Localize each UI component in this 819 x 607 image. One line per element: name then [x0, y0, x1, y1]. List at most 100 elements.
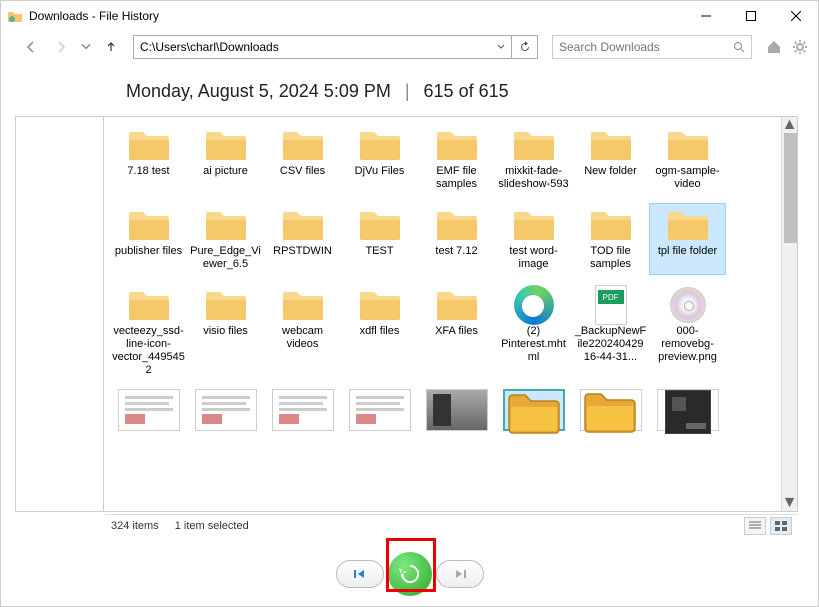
previous-version-button[interactable] — [336, 560, 384, 588]
vertical-scrollbar[interactable]: ▲ ▼ — [781, 117, 797, 511]
selection-count: 1 item selected — [175, 520, 249, 532]
folder-icon — [125, 207, 173, 243]
file-item[interactable]: xdfl files — [341, 283, 418, 381]
file-item[interactable]: TOD file samples — [572, 203, 649, 275]
item-count: 324 items — [111, 520, 159, 532]
folder-icon — [202, 287, 250, 323]
thumbnails-view-button[interactable] — [770, 517, 792, 535]
scroll-up-arrow[interactable]: ▲ — [782, 117, 797, 133]
file-item[interactable]: Pure_Edge_Viewer_6.5 — [187, 203, 264, 275]
file-item[interactable]: ogm-sample-video — [649, 123, 726, 195]
details-view-button[interactable] — [744, 517, 766, 535]
file-item[interactable]: 7.18 test — [110, 123, 187, 195]
page-header: Monday, August 5, 2024 5:09 PM | 615 of … — [1, 63, 818, 116]
file-item[interactable]: mixkit-fade-slideshow-593 — [495, 123, 572, 195]
file-label: vecteezy_ssd-line-icon-vector_4495452 — [112, 325, 185, 377]
folder-icon — [587, 207, 635, 243]
snapshot-count: 615 of 615 — [424, 81, 509, 102]
thumbnail-item[interactable] — [110, 385, 187, 435]
edge-icon — [510, 287, 558, 323]
window-title: Downloads - File History — [29, 9, 683, 23]
folder-icon — [510, 207, 558, 243]
search-box[interactable] — [552, 35, 752, 59]
file-item[interactable]: New folder — [572, 123, 649, 195]
file-item[interactable]: EMF file samples — [418, 123, 495, 195]
thumbnail-item[interactable] — [572, 385, 649, 435]
search-icon[interactable] — [727, 41, 751, 53]
home-icon[interactable] — [764, 37, 784, 57]
file-label: xdfl files — [360, 325, 400, 338]
file-label: 000-removebg-preview.png — [651, 325, 724, 364]
settings-icon[interactable] — [790, 37, 810, 57]
file-item[interactable]: test 7.12 — [418, 203, 495, 275]
up-button[interactable] — [99, 35, 123, 59]
file-item[interactable]: vecteezy_ssd-line-icon-vector_4495452 — [110, 283, 187, 381]
search-input[interactable] — [553, 40, 727, 54]
folder-icon — [356, 207, 404, 243]
file-label: webcam videos — [266, 325, 339, 351]
file-label: tpl file folder — [658, 245, 717, 258]
folder-icon — [125, 127, 173, 163]
thumbnail-item[interactable] — [264, 385, 341, 435]
minimize-button[interactable] — [683, 1, 728, 31]
folder-icon — [433, 127, 481, 163]
version-controls — [1, 552, 818, 596]
file-item[interactable]: XFA files — [418, 283, 495, 381]
file-item[interactable]: DjVu Files — [341, 123, 418, 195]
pdf-icon: PDF — [587, 287, 635, 323]
recent-dropdown[interactable] — [79, 35, 93, 59]
thumbnail-item[interactable] — [418, 385, 495, 435]
folder-icon — [279, 287, 327, 323]
file-item[interactable]: ai picture — [187, 123, 264, 195]
scroll-down-arrow[interactable]: ▼ — [782, 495, 797, 511]
folder-icon — [510, 127, 558, 163]
file-label: 7.18 test — [127, 165, 169, 178]
file-item[interactable]: PDF_BackupNewFile220240429 16-44-31... — [572, 283, 649, 381]
address-input[interactable] — [134, 36, 491, 58]
folder-icon — [125, 287, 173, 323]
file-label: test word-image — [497, 245, 570, 271]
file-label: visio files — [203, 325, 248, 338]
folder-icon — [356, 287, 404, 323]
folder-icon — [433, 287, 481, 323]
folder-icon — [202, 127, 250, 163]
folder-icon — [587, 127, 635, 163]
file-item[interactable]: webcam videos — [264, 283, 341, 381]
close-button[interactable] — [773, 1, 818, 31]
file-label: CSV files — [280, 165, 325, 178]
thumbnail-item[interactable] — [649, 385, 726, 435]
scroll-thumb[interactable] — [784, 133, 798, 243]
status-bar: 324 items 1 item selected — [105, 514, 798, 536]
back-button[interactable] — [19, 35, 43, 59]
file-label: Pure_Edge_Viewer_6.5 — [189, 245, 262, 271]
file-label: (2) Pinterest.mhtml — [497, 325, 570, 364]
file-label: mixkit-fade-slideshow-593 — [497, 165, 570, 191]
thumbnail-item[interactable] — [495, 385, 572, 435]
address-dropdown[interactable] — [491, 36, 511, 58]
forward-button[interactable] — [49, 35, 73, 59]
file-label: New folder — [584, 165, 637, 178]
file-item[interactable]: CSV files — [264, 123, 341, 195]
file-item[interactable]: tpl file folder — [649, 203, 726, 275]
separator: | — [405, 81, 410, 102]
maximize-button[interactable] — [728, 1, 773, 31]
file-list-pane: 7.18 test ai picture CSV files DjVu Files EM… — [103, 116, 798, 512]
file-item[interactable]: test word-image — [495, 203, 572, 275]
file-item[interactable]: TEST — [341, 203, 418, 275]
file-label: ai picture — [203, 165, 248, 178]
navigation-bar — [1, 31, 818, 63]
folder-icon — [664, 127, 712, 163]
thumbnail-item[interactable] — [341, 385, 418, 435]
refresh-button[interactable] — [511, 36, 537, 58]
folder-icon — [356, 127, 404, 163]
file-item[interactable]: publisher files — [110, 203, 187, 275]
file-label: DjVu Files — [355, 165, 405, 178]
restore-button[interactable] — [388, 552, 432, 596]
file-item[interactable]: visio files — [187, 283, 264, 381]
file-item[interactable]: (2) Pinterest.mhtml — [495, 283, 572, 381]
file-item[interactable]: RPSTDWIN — [264, 203, 341, 275]
next-version-button[interactable] — [436, 560, 484, 588]
thumbnail-item[interactable] — [187, 385, 264, 435]
address-bar[interactable] — [133, 35, 538, 59]
file-item[interactable]: 000-removebg-preview.png — [649, 283, 726, 381]
